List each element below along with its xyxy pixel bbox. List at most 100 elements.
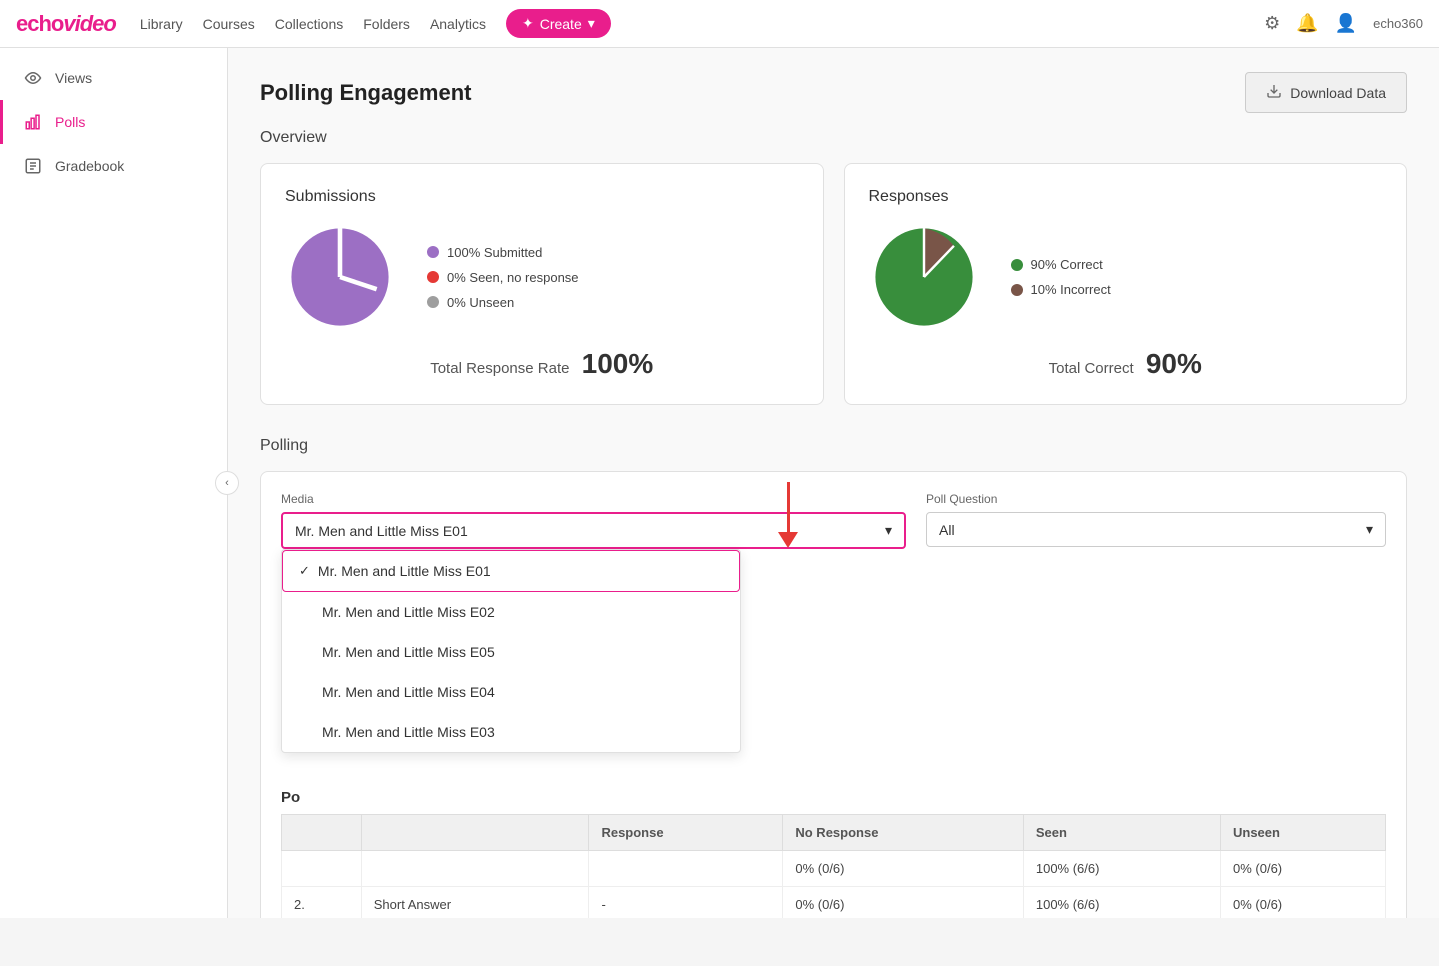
polling-section: Media Mr. Men and Little Miss E01 ▾: [260, 471, 1407, 918]
user-icon[interactable]: 👤: [1335, 13, 1357, 34]
dropdown-item-e01[interactable]: ✓ Mr. Men and Little Miss E01: [282, 550, 740, 592]
create-icon: ✦: [522, 15, 534, 32]
poll-question-chevron-icon: ▾: [1366, 521, 1373, 538]
legend-submitted: 100% Submitted: [427, 245, 579, 260]
media-chevron-icon: ▾: [885, 522, 892, 539]
dropdown-item-e02-label: Mr. Men and Little Miss E02: [322, 604, 495, 620]
submissions-card: Submissions 100% Submitted: [260, 163, 824, 405]
row2-num: 2.: [282, 887, 362, 919]
row2-col1: -: [589, 887, 783, 919]
dropdown-item-e03-label: Mr. Men and Little Miss E03: [322, 724, 495, 740]
check-icon-e01: ✓: [299, 563, 310, 579]
row1-question: [361, 851, 589, 887]
submissions-card-title: Submissions: [285, 188, 376, 206]
settings-icon[interactable]: ⚙: [1264, 13, 1280, 34]
create-label: Create: [540, 16, 582, 32]
sidebar-item-views[interactable]: Views: [0, 56, 227, 100]
legend-unseen: 0% Unseen: [427, 295, 579, 310]
dropdown-item-e05-label: Mr. Men and Little Miss E05: [322, 644, 495, 660]
poll-question-filter-group: Poll Question All ▾: [926, 492, 1386, 549]
download-icon: [1266, 83, 1282, 102]
nav-library[interactable]: Library: [140, 16, 183, 32]
col-header-response: Response: [589, 815, 783, 851]
responses-legend: 90% Correct 10% Incorrect: [1011, 257, 1111, 297]
col-header-question: [361, 815, 589, 851]
col-header-no-response: No Response: [783, 815, 1024, 851]
responses-card: Responses: [844, 163, 1408, 405]
create-button[interactable]: ✦ Create ▾: [506, 9, 611, 38]
dropdown-item-e04-label: Mr. Men and Little Miss E04: [322, 684, 495, 700]
dropdown-item-e02[interactable]: Mr. Men and Little Miss E02: [282, 592, 740, 632]
row2-unseen: 0% (0/6): [1221, 887, 1386, 919]
submitted-dot: [427, 246, 439, 258]
poll-question-label: Poll Question: [926, 492, 1386, 506]
views-icon: [23, 68, 43, 88]
media-dropdown: ✓ Mr. Men and Little Miss E01 Mr. Men an…: [281, 549, 741, 753]
table-header-row: Response No Response Seen Unseen: [282, 815, 1386, 851]
row2-question: Short Answer: [361, 887, 589, 919]
top-nav: echovideo Library Courses Collections Fo…: [0, 0, 1439, 48]
sidebar-polls-label: Polls: [55, 114, 85, 130]
row1-seen: 100% (6/6): [1023, 851, 1220, 887]
nav-folders[interactable]: Folders: [363, 16, 410, 32]
gradebook-icon: [23, 156, 43, 176]
collapse-icon: ‹: [225, 477, 229, 489]
sidebar: Views Polls Gradebook ‹: [0, 48, 228, 918]
page-header: Polling Engagement Download Data: [260, 72, 1407, 113]
download-data-button[interactable]: Download Data: [1245, 72, 1407, 113]
responses-pie: [869, 222, 979, 332]
app-body: Views Polls Gradebook ‹ Polling Engageme…: [0, 48, 1439, 918]
logo: echovideo: [16, 11, 116, 37]
sidebar-views-label: Views: [55, 70, 92, 86]
legend-seen-no-response: 0% Seen, no response: [427, 270, 579, 285]
page-title: Polling Engagement: [260, 80, 471, 106]
cards-row: Submissions 100% Submitted: [260, 163, 1407, 405]
polls-icon: [23, 112, 43, 132]
username: echo360: [1373, 16, 1423, 31]
dropdown-item-e03[interactable]: Mr. Men and Little Miss E03: [282, 712, 740, 752]
legend-correct: 90% Correct: [1011, 257, 1111, 272]
submissions-legend: 100% Submitted 0% Seen, no response 0% U…: [427, 245, 579, 310]
col-header-seen: Seen: [1023, 815, 1220, 851]
poll-question-value: All: [939, 522, 955, 538]
legend-incorrect: 10% Incorrect: [1011, 282, 1111, 297]
submissions-card-body: 100% Submitted 0% Seen, no response 0% U…: [285, 222, 799, 332]
nav-courses[interactable]: Courses: [203, 16, 255, 32]
nav-collections[interactable]: Collections: [275, 16, 343, 32]
correct-label: 90% Correct: [1031, 257, 1103, 272]
bell-icon[interactable]: 🔔: [1296, 13, 1318, 34]
media-select[interactable]: Mr. Men and Little Miss E01 ▾: [281, 512, 906, 549]
table-row: 0% (0/6) 100% (6/6) 0% (0/6): [282, 851, 1386, 887]
row1-no-response: 0% (0/6): [783, 851, 1024, 887]
dropdown-item-e05[interactable]: Mr. Men and Little Miss E05: [282, 632, 740, 672]
sidebar-gradebook-label: Gradebook: [55, 158, 124, 174]
sidebar-item-gradebook[interactable]: Gradebook: [0, 144, 227, 188]
media-selected-value: Mr. Men and Little Miss E01: [295, 523, 468, 539]
unseen-dot: [427, 296, 439, 308]
download-label: Download Data: [1290, 85, 1386, 101]
seen-no-response-label: 0% Seen, no response: [447, 270, 579, 285]
main-content: Polling Engagement Download Data Overvie…: [228, 48, 1439, 918]
poll-question-select[interactable]: All ▾: [926, 512, 1386, 547]
row2-seen: 100% (6/6): [1023, 887, 1220, 919]
responses-footer-label: Total Correct: [1049, 360, 1134, 377]
row1-response: [589, 851, 783, 887]
submissions-footer-value: 100%: [582, 348, 654, 379]
table-row: 2. Short Answer - 0% (0/6) 100% (6/6) 0%…: [282, 887, 1386, 919]
responses-footer: Total Correct 90%: [869, 348, 1383, 380]
dropdown-item-e04[interactable]: Mr. Men and Little Miss E04: [282, 672, 740, 712]
row1-num: [282, 851, 362, 887]
row2-no-response: 0% (0/6): [783, 887, 1024, 919]
nav-analytics[interactable]: Analytics: [430, 16, 486, 32]
submissions-footer: Total Response Rate 100%: [285, 348, 799, 380]
logo-text: echovideo: [16, 11, 116, 37]
responses-pie-svg: [869, 222, 979, 332]
submissions-pie-svg: [285, 222, 395, 332]
submissions-footer-label: Total Response Rate: [430, 360, 569, 377]
col-header-unseen: Unseen: [1221, 815, 1386, 851]
sidebar-item-polls[interactable]: Polls: [0, 100, 227, 144]
sidebar-collapse-button[interactable]: ‹: [215, 471, 239, 495]
polling-section-title: Polling: [260, 437, 1407, 455]
media-filter-group: Media Mr. Men and Little Miss E01 ▾: [281, 492, 906, 549]
nav-links: Library Courses Collections Folders Anal…: [140, 9, 611, 38]
